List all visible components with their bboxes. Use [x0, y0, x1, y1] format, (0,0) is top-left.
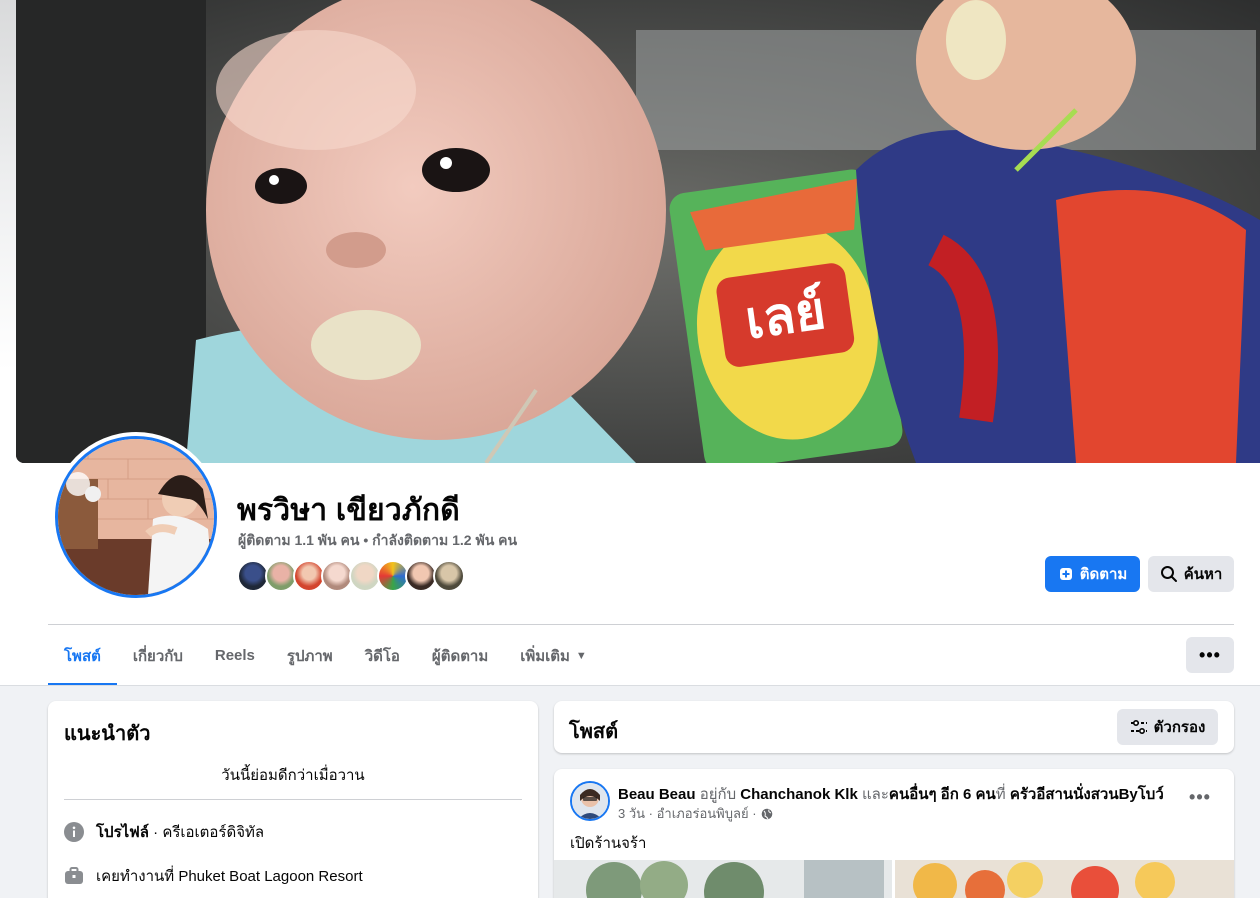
- intro-row-profile: โปรไฟล์ · ครีเอเตอร์ดิจิทัล: [64, 820, 522, 844]
- post-body: เปิดร้านจร้า: [570, 835, 647, 852]
- tab-followers[interactable]: ผู้ติดตาม: [416, 626, 504, 685]
- filter-button-label: ตัวกรอง: [1153, 719, 1206, 736]
- follower-avatars[interactable]: [237, 560, 465, 592]
- filter-icon: [1130, 719, 1147, 735]
- tab-reels[interactable]: Reels: [199, 626, 271, 685]
- post-author-avatar[interactable]: [570, 781, 610, 821]
- header-divider: [48, 624, 1234, 625]
- intro-row-work: เคยทำงานที่ Phuket Boat Lagoon Resort: [64, 864, 522, 888]
- tab-videos-label: วิดีโอ: [364, 647, 400, 665]
- intro-title: แนะนำตัว: [64, 723, 151, 745]
- tab-posts-label: โพสต์: [64, 647, 101, 665]
- search-button-label: ค้นหา: [1183, 566, 1223, 583]
- search-button[interactable]: ค้นหา: [1148, 556, 1234, 592]
- post-photo[interactable]: [554, 860, 892, 898]
- follow-button-label: ติดตาม: [1079, 566, 1128, 583]
- search-icon: [1160, 566, 1177, 582]
- followers-count-link[interactable]: ผู้ติดตาม 1.1 พัน คน: [238, 532, 359, 548]
- tabs-divider: [0, 685, 1260, 686]
- profile-avatar[interactable]: [51, 432, 221, 602]
- tab-photos-label: รูปภาพ: [286, 647, 333, 665]
- briefcase-icon: [65, 867, 83, 884]
- follower-stats: ผู้ติดตาม 1.1 พัน คน • กำลังติดตาม 1.2 พ…: [238, 530, 517, 552]
- post-others-link[interactable]: คนอื่นๆ อีก 6 คน: [889, 786, 996, 803]
- caret-down-icon: ▼: [575, 649, 587, 662]
- tab-photos[interactable]: รูปภาพ: [271, 626, 349, 685]
- post-meta-text[interactable]: 3 วัน · อำเภอร่อนพิบูลย์ ·: [618, 803, 757, 824]
- post-and-text: และ: [857, 786, 889, 803]
- intro-card: แนะนำตัว วันนี้ย่อมดีกว่าเมื่อวาน โปรไฟล…: [48, 701, 538, 898]
- filter-button[interactable]: ตัวกรอง: [1117, 709, 1218, 745]
- intro-row-profile-text: · ครีเอเตอร์ดิจิทัล: [149, 824, 265, 841]
- stats-bullet: •: [363, 532, 369, 548]
- intro-row-work-text: เคยทำงานที่ Phuket Boat Lagoon Resort: [96, 868, 363, 885]
- tab-reels-label: Reels: [214, 647, 255, 664]
- profile-tabs: โพสต์ เกี่ยวกับ Reels รูปภาพ วิดีโอ ผู้ต…: [48, 626, 603, 686]
- profile-name: พรวิษา เขียวภักดี: [237, 494, 460, 527]
- tab-about-label: เกี่ยวกับ: [132, 647, 183, 665]
- tab-more-label: เพิ่มเติม: [520, 647, 570, 665]
- post-at-text: ที่: [995, 786, 1010, 803]
- tab-followers-label: ผู้ติดตาม: [431, 647, 489, 665]
- follow-icon: [1059, 568, 1072, 580]
- post-with-text: อยู่กับ: [695, 786, 741, 803]
- intro-row-profile-bold: โปรไฟล์: [96, 824, 149, 841]
- cover-chip-label: เลย์: [742, 281, 830, 351]
- cover-photo[interactable]: เลย์: [16, 0, 1260, 463]
- left-gradient-strip: [0, 0, 16, 463]
- post-author-link[interactable]: Beau Beau: [618, 786, 696, 803]
- follow-button[interactable]: ติดตาม: [1045, 556, 1140, 592]
- post-card: Beau Beau อยู่กับ Chanchanok Klk และคนอื…: [554, 769, 1234, 898]
- posts-header-card: โพสต์ ตัวกรอง: [554, 701, 1234, 753]
- tab-more[interactable]: เพิ่มเติม ▼: [504, 626, 603, 685]
- globe-icon: [761, 808, 772, 819]
- tab-posts[interactable]: โพสต์: [48, 626, 117, 686]
- info-icon: [64, 822, 84, 842]
- posts-title: โพสต์: [569, 721, 619, 743]
- tab-about[interactable]: เกี่ยวกับ: [117, 626, 199, 685]
- post-meta: 3 วัน · อำเภอร่อนพิบูลย์ ·: [618, 803, 773, 824]
- follower-avatar[interactable]: [433, 560, 465, 592]
- profile-avatar-image: [55, 436, 217, 598]
- intro-bio: วันนี้ย่อมดีกว่าเมื่อวาน: [221, 767, 365, 784]
- post-photo[interactable]: [895, 860, 1234, 898]
- profile-more-options-button[interactable]: •••: [1186, 637, 1234, 673]
- tab-videos[interactable]: วิดีโอ: [349, 626, 416, 685]
- post-options-button[interactable]: •••: [1182, 787, 1218, 811]
- post-place-link[interactable]: ครัวอีสานนั่งสวนByโบว์: [1010, 786, 1164, 803]
- following-count-link[interactable]: กำลังติดตาม 1.2 พัน คน: [372, 532, 517, 548]
- post-tagged-link[interactable]: Chanchanok Klk: [740, 786, 858, 803]
- intro-divider: [64, 799, 522, 800]
